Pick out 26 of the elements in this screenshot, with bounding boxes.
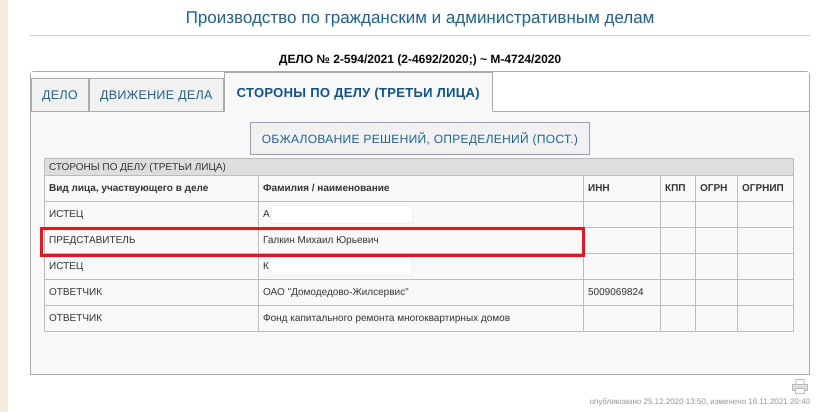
column-header: КПП bbox=[660, 176, 696, 202]
cell-text: Фонд капитального ремонта многоквартирных домов bbox=[263, 313, 510, 324]
column-header: Фамилия / наименование bbox=[258, 176, 584, 202]
tab[interactable]: ДЕЛО bbox=[31, 78, 89, 112]
cell-text: Галкин Михаил Юрьевич bbox=[263, 235, 379, 246]
cell-text: А bbox=[263, 209, 270, 220]
cell-text: ОТВЕТЧИК bbox=[49, 313, 102, 324]
publication-info: опубликовано 25.12.2020 13:50, изменено 16.11.2021 20:40 bbox=[590, 397, 810, 406]
cell-text: ИСТЕЦ bbox=[49, 261, 84, 272]
column-header: Вид лица, участвующего в деле bbox=[44, 176, 258, 202]
column-header: ИНН bbox=[584, 176, 660, 202]
column-header: ОГРН bbox=[696, 176, 738, 202]
cell-text: ИСТЕЦ bbox=[49, 209, 84, 220]
cell-text: К bbox=[263, 261, 269, 272]
tab[interactable]: СТОРОНЫ ПО ДЕЛУ (ТРЕТЬИ ЛИЦА) bbox=[224, 72, 493, 112]
cell-text: 5009069824 bbox=[588, 287, 644, 298]
cell-text: ПРЕДСТАВИТЕЛЬ bbox=[49, 235, 136, 246]
printer-icon[interactable] bbox=[792, 379, 808, 394]
cell-text: ОАО "Домодедово-Жилсервис" bbox=[263, 287, 409, 298]
page-title: Производство по гражданским и административным делам bbox=[30, 0, 810, 36]
table-caption: СТОРОНЫ ПО ДЕЛУ (ТРЕТЬИ ЛИЦА) bbox=[44, 158, 794, 176]
cell-text: ОТВЕТЧИК bbox=[49, 287, 102, 298]
column-header: ОГРНИП bbox=[738, 176, 794, 202]
appeal-tab[interactable]: ОБЖАЛОВАНИЕ РЕШЕНИЙ, ОПРЕДЕЛЕНИЙ (ПОСТ.) bbox=[250, 122, 590, 155]
case-heading: ДЕЛО № 2-594/2021 (2-4692/2020;) ~ М-4724/2020 bbox=[278, 52, 562, 66]
tab[interactable]: ДВИЖЕНИЕ ДЕЛА bbox=[88, 78, 224, 112]
